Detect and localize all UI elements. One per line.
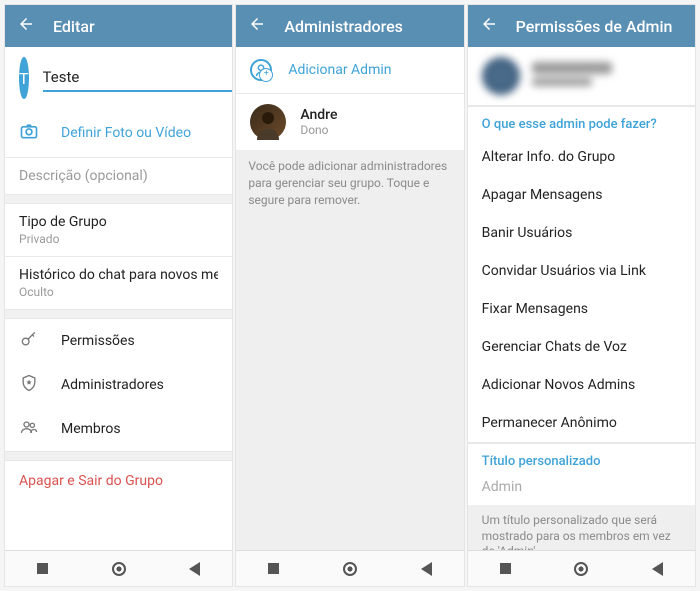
- nav-back-icon[interactable]: [189, 562, 200, 576]
- permissions-label: Permissões: [61, 333, 135, 349]
- description-input[interactable]: Descrição (opcional): [5, 158, 232, 194]
- selected-admin-name: [532, 62, 612, 74]
- back-icon[interactable]: [480, 15, 498, 37]
- group-name-input[interactable]: [43, 64, 233, 92]
- nav-back-icon[interactable]: [421, 562, 432, 576]
- chat-history-label: Histórico do chat para novos membros: [19, 267, 218, 283]
- members-label: Membros: [61, 421, 121, 437]
- nav-recent-icon[interactable]: [500, 563, 511, 574]
- perm-delete-messages[interactable]: Apagar Mensagens: [468, 176, 695, 214]
- perm-change-info[interactable]: Alterar Info. do Grupo: [468, 138, 695, 176]
- key-icon: [19, 329, 39, 353]
- header-title: Administradores: [284, 17, 403, 36]
- perm-anonymous[interactable]: Permanecer Anônimo: [468, 404, 695, 442]
- group-type-row[interactable]: Tipo de Grupo Privado: [5, 204, 232, 256]
- admin-name: Andre: [300, 107, 337, 123]
- screen-admin-permissions: Permissões de Admin O que esse admin pod…: [467, 4, 696, 587]
- nav-back-icon[interactable]: [652, 562, 663, 576]
- camera-icon: [19, 121, 39, 145]
- selected-admin-status: [532, 78, 592, 86]
- perm-add-admins[interactable]: Adicionar Novos Admins: [468, 366, 695, 404]
- admin-role: Dono: [300, 123, 337, 137]
- screen-administrators: Administradores Adicionar Admin Andre Do…: [235, 4, 464, 587]
- group-type-label: Tipo de Grupo: [19, 214, 218, 230]
- group-type-value: Privado: [19, 232, 218, 246]
- selected-admin-row[interactable]: [468, 47, 695, 105]
- admin-list-item[interactable]: Andre Dono: [236, 94, 463, 150]
- custom-title-label: Título personalizado: [468, 444, 695, 475]
- add-admin-icon: [250, 59, 272, 81]
- add-admin-label: Adicionar Admin: [288, 62, 391, 78]
- administrators-row[interactable]: Administradores: [5, 363, 232, 407]
- members-row[interactable]: Membros: [5, 407, 232, 451]
- delete-leave-button[interactable]: Apagar e Sair do Grupo: [5, 461, 232, 501]
- permissions-row[interactable]: Permissões: [5, 319, 232, 363]
- perms-section-title: O que esse admin pode fazer?: [468, 107, 695, 138]
- chat-history-value: Oculto: [19, 285, 218, 299]
- nav-home-icon[interactable]: [343, 562, 357, 576]
- selected-admin-avatar: [482, 57, 520, 95]
- administrators-label: Administradores: [61, 377, 164, 393]
- nav-recent-icon[interactable]: [37, 563, 48, 574]
- header-edit: Editar: [5, 5, 232, 47]
- group-name-row: T: [5, 47, 232, 109]
- screen-edit-group: Editar T Definir Foto ou Vídeo Descrição…: [4, 4, 233, 587]
- shield-icon: [19, 373, 39, 397]
- members-icon: [19, 417, 39, 441]
- set-photo-label: Definir Foto ou Vídeo: [61, 125, 191, 141]
- back-icon[interactable]: [248, 15, 266, 37]
- perm-ban-users[interactable]: Banir Usuários: [468, 214, 695, 252]
- android-navbar: [5, 550, 232, 586]
- android-navbar: [236, 550, 463, 586]
- group-avatar[interactable]: T: [19, 57, 29, 99]
- edit-content: T Definir Foto ou Vídeo Descrição (opcio…: [5, 47, 232, 550]
- perm-manage-voice[interactable]: Gerenciar Chats de Voz: [468, 328, 695, 366]
- perms-content: O que esse admin pode fazer? Alterar Inf…: [468, 47, 695, 550]
- admins-content: Adicionar Admin Andre Dono Você pode adi…: [236, 47, 463, 550]
- header-title: Permissões de Admin: [516, 17, 673, 36]
- header-title: Editar: [53, 17, 95, 36]
- nav-home-icon[interactable]: [574, 562, 588, 576]
- nav-recent-icon[interactable]: [268, 563, 279, 574]
- perm-invite-link[interactable]: Convidar Usuários via Link: [468, 252, 695, 290]
- android-navbar: [468, 550, 695, 586]
- custom-title-input[interactable]: Admin: [468, 475, 695, 505]
- back-icon[interactable]: [17, 15, 35, 37]
- custom-title-footnote: Um título personalizado que será mostrad…: [468, 505, 695, 550]
- set-photo-button[interactable]: Definir Foto ou Vídeo: [5, 109, 232, 157]
- header-perms: Permissões de Admin: [468, 5, 695, 47]
- admin-help-text: Você pode adicionar administradores para…: [236, 150, 463, 550]
- nav-home-icon[interactable]: [112, 562, 126, 576]
- perm-pin-messages[interactable]: Fixar Mensagens: [468, 290, 695, 328]
- chat-history-row[interactable]: Histórico do chat para novos membros Ocu…: [5, 257, 232, 309]
- header-admins: Administradores: [236, 5, 463, 47]
- admin-avatar: [250, 104, 286, 140]
- add-admin-button[interactable]: Adicionar Admin: [236, 47, 463, 93]
